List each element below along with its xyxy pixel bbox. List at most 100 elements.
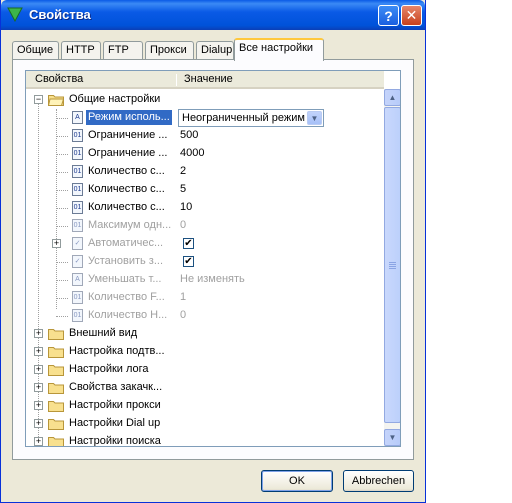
v-triangle-icon — [7, 7, 23, 22]
column-header-property[interactable]: Свойства — [35, 73, 83, 85]
property-row-disabled: A Уменьшать т... Не изменять — [26, 271, 384, 289]
ok-button[interactable]: OK — [261, 470, 333, 492]
cancel-button[interactable]: Abbrechen — [343, 470, 414, 492]
expand-icon[interactable]: + — [34, 419, 43, 428]
property-value[interactable]: 5 — [180, 183, 186, 195]
property-label: Автоматичес... — [88, 237, 164, 249]
column-divider[interactable] — [176, 74, 177, 86]
numeric-property-icon: 01 — [72, 165, 83, 178]
property-row-disabled: + ✓ Автоматичес... ✔ — [26, 235, 384, 253]
property-row[interactable]: 01 Количество с... 5 — [26, 181, 384, 199]
property-value[interactable]: 2 — [180, 165, 186, 177]
chevron-down-icon[interactable]: ▼ — [307, 111, 322, 125]
tab-general[interactable]: Общие — [12, 41, 59, 60]
scroll-up-button[interactable]: ▲ — [384, 89, 400, 106]
grip-line — [389, 264, 396, 265]
folder-icon — [48, 437, 64, 446]
grid-header: Свойства Значение — [26, 71, 384, 89]
tab-dialup[interactable]: Dialup — [196, 41, 234, 60]
tree-row-label: Настройки лога — [69, 363, 149, 375]
expand-icon[interactable]: + — [34, 383, 43, 392]
tree-line — [56, 226, 68, 227]
tree-line — [56, 298, 68, 299]
scroll-thumb[interactable] — [384, 107, 400, 423]
folder-icon — [48, 347, 64, 358]
property-row[interactable]: 01 Количество с... 10 — [26, 199, 384, 217]
folder-icon — [48, 419, 64, 430]
property-checkbox[interactable]: ✔ — [183, 256, 194, 267]
scroll-down-button[interactable]: ▼ — [384, 429, 400, 446]
help-button[interactable]: ? — [378, 5, 399, 26]
boolean-property-icon: ✓ — [72, 237, 83, 250]
property-row[interactable]: 01 Ограничение ... 500 — [26, 127, 384, 145]
numeric-property-icon: 01 — [72, 201, 83, 214]
vertical-scrollbar[interactable]: ▲ ▼ — [384, 89, 400, 446]
property-label: Количество с... — [88, 183, 165, 195]
expand-icon[interactable]: + — [34, 437, 43, 446]
property-value: 1 — [180, 291, 187, 303]
mode-select[interactable]: Неограниченный режим ▼ — [178, 109, 324, 127]
tree-line — [56, 136, 68, 137]
property-label: Количество с... — [88, 201, 165, 213]
tab-all-settings[interactable]: Все настройки — [234, 38, 324, 61]
property-checkbox[interactable]: ✔ — [183, 238, 194, 249]
property-value: Не изменять — [180, 273, 245, 285]
expand-icon[interactable]: + — [34, 347, 43, 356]
tree-row-search[interactable]: + Настройки поиска — [26, 433, 384, 446]
expand-icon[interactable]: + — [34, 365, 43, 374]
tree-row-proxy[interactable]: + Настройки прокси — [26, 397, 384, 415]
numeric-property-icon: 01 — [72, 129, 83, 142]
tree-row-label: Настройка подтв... — [69, 345, 165, 357]
tree-row-label: Настройки прокси — [69, 399, 161, 411]
tree-row-label: Настройки Dial up — [69, 417, 161, 429]
tree-row-confirmations[interactable]: + Настройка подтв... — [26, 343, 384, 361]
property-value[interactable]: 10 — [180, 201, 192, 213]
tree-line — [56, 118, 68, 119]
title-bar[interactable]: Свойства ? ✕ — [1, 0, 425, 30]
mode-select-value: Неограниченный режим — [182, 112, 305, 124]
tree-line — [56, 208, 68, 209]
tree-row-label: Внешний вид — [69, 327, 138, 339]
grip-line — [389, 268, 396, 269]
tab-ftp[interactable]: FTP — [103, 41, 143, 60]
tree-line — [56, 280, 68, 281]
property-value: 0 — [180, 309, 187, 321]
folder-icon — [48, 365, 64, 376]
tree-row-log[interactable]: + Настройки лога — [26, 361, 384, 379]
numeric-property-icon: 01 — [72, 219, 83, 232]
property-value[interactable]: 500 — [180, 129, 198, 141]
tab-http[interactable]: HTTP — [61, 41, 101, 60]
grip-line — [389, 262, 396, 263]
window-title: Свойства — [29, 7, 91, 22]
folder-icon — [48, 401, 64, 412]
expand-icon[interactable]: + — [34, 401, 43, 410]
folder-icon — [48, 383, 64, 394]
property-row[interactable]: 01 Ограничение ... 4000 — [26, 145, 384, 163]
collapse-icon[interactable]: − — [34, 95, 43, 104]
tree-row-label: Общие настройки — [69, 93, 161, 105]
tree-row-download-props[interactable]: + Свойства закачк... — [26, 379, 384, 397]
tree-row-appearance[interactable]: + Внешний вид — [26, 325, 384, 343]
tab-proxy[interactable]: Прокси — [145, 41, 194, 60]
close-button[interactable]: ✕ — [401, 5, 422, 26]
property-grid: Свойства Значение − Общие настройки A Ре… — [25, 70, 401, 447]
property-label-selected: Режим исполь... — [86, 110, 172, 125]
column-header-value[interactable]: Значение — [184, 73, 233, 85]
expand-icon[interactable]: + — [34, 329, 43, 338]
property-label: Ограничение ... — [88, 129, 168, 141]
tree-row-general-settings[interactable]: − Общие настройки — [26, 91, 384, 109]
tree-row-label: Свойства закачк... — [69, 381, 163, 393]
property-label: Количество с... — [88, 165, 165, 177]
property-value: 0 — [180, 219, 187, 231]
tree-row-dialup[interactable]: + Настройки Dial up — [26, 415, 384, 433]
boolean-property-icon: ✓ — [72, 255, 83, 268]
property-row-disabled: 01 Максимум одн... 0 — [26, 217, 384, 235]
tree-line — [56, 172, 68, 173]
property-value[interactable]: 4000 — [180, 147, 204, 159]
property-row-mode[interactable]: A Режим исполь... Неограниченный режим ▼ — [26, 109, 384, 127]
property-label: Максимум одн... — [88, 219, 172, 231]
property-label: Ограничение ... — [88, 147, 168, 159]
property-row[interactable]: 01 Количество с... 2 — [26, 163, 384, 181]
expand-icon[interactable]: + — [52, 239, 61, 248]
folder-open-icon — [48, 95, 64, 106]
